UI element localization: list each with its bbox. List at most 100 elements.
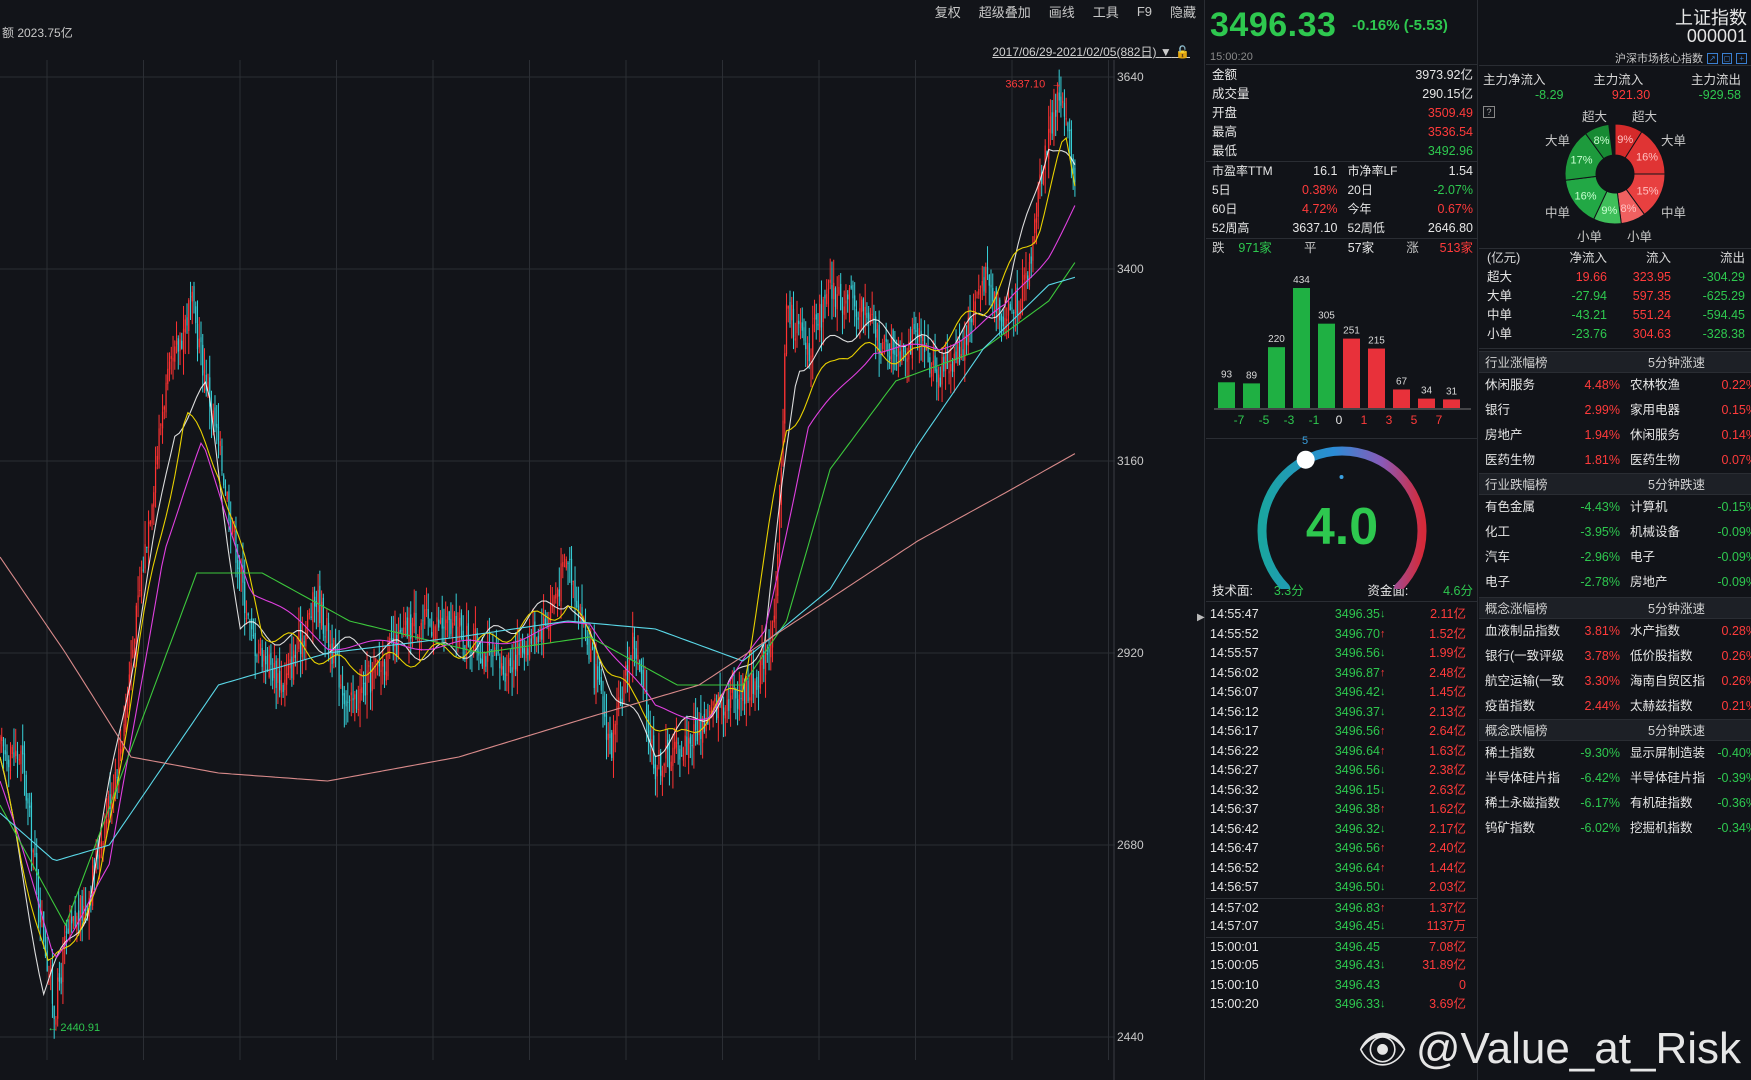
ranking-speed-title: 5分钟跌速 [1648,478,1705,492]
candle-body [200,337,202,343]
tick-row: 15:00:01 3496.45 7.08亿 [1206,936,1477,958]
candle-body [272,669,274,681]
moving-average-line [0,262,1076,927]
ranking-row[interactable]: 血液制品指数 3.81% 水产指数 0.28% [1479,619,1751,644]
price-change: -0.16% (-5.53) [1352,17,1448,34]
candle-body [413,612,415,627]
add-watchlist-icon[interactable]: + [1736,52,1747,64]
candle-body [537,636,539,643]
candle-body [16,751,19,759]
candle-body [263,654,265,662]
lock-icon[interactable]: 🔓 [1175,45,1190,59]
candle-body [633,636,636,649]
tick-time: 14:55:47 [1210,607,1259,621]
dropdown-triangle-icon[interactable]: ▼ [1160,45,1172,59]
toolbar-hide-button[interactable]: 隐藏 [1170,2,1196,21]
ranking-row[interactable]: 稀土永磁指数 -6.17% 有机硅指数 -0.36% [1479,791,1751,816]
candle-body [992,287,994,301]
share-icon[interactable]: ↗ [1706,52,1718,64]
candle-body [1000,316,1003,322]
ranking-row[interactable]: 钨矿指数 -6.02% 挖掘机指数 -0.34% [1479,816,1751,841]
candle-body [305,626,307,647]
candle-body [165,382,167,413]
ranking-speed-title: 5分钟涨速 [1648,602,1705,616]
candle-body [494,647,496,654]
ranking-row[interactable]: 稀土指数 -9.30% 显示屏制造装 -0.40% [1479,741,1751,766]
distribution-bar-label: 31 [1446,386,1458,397]
tick-list[interactable]: 14:55:47 3496.35 ↓ 2.11亿 14:55:52 3496.70 ↑ 1.5… [1206,602,1477,1015]
valuation-value: 2646.80 [1427,221,1473,235]
candle-body [635,648,637,659]
candle-body [359,688,361,704]
candle-body [256,655,258,657]
candle-body [251,618,253,630]
distribution-axis-label: -7 [1234,413,1245,427]
flow-table-body: 超大 19.66 323.95 -304.29 大单 -27.94 597.35 -625.2… [1479,268,1751,349]
sector-change: -2.78% [1580,575,1620,589]
candle-body [247,613,249,616]
toolbar-fuquan-button[interactable]: 复权 [935,2,961,21]
candle-body [1065,118,1067,120]
ranking-header[interactable]: 行业跌幅榜 5分钟跌速 [1479,473,1751,495]
ranking-row[interactable]: 有色金属 -4.43% 计算机 -0.15% [1479,495,1751,520]
candle-body [495,653,497,657]
candle-body [147,521,150,549]
tick-row: 14:56:47 3496.56 ↑ 2.40亿 [1206,839,1477,859]
candle-body [123,723,125,736]
y-axis-tick-label: 3160 [1117,454,1144,468]
kline-chart[interactable]: 3640 3400 3160 2920 2680 2440 3637.10 → ← 2440.91 [0,0,1205,1080]
toolbar-overlay-button[interactable]: 超级叠加 [979,2,1031,21]
ranking-row[interactable]: 汽车 -2.96% 电子 -0.09% [1479,545,1751,570]
candle-body [368,665,370,667]
sector-speed-value: -0.09% [1717,575,1751,589]
ranking-header[interactable]: 概念跌幅榜 5分钟跌速 [1479,719,1751,741]
no-arrow [1380,976,1394,996]
gauge-value: 4.0 [1305,498,1379,556]
sector-speed-value: 0.26% [1721,649,1751,663]
ranking-row[interactable]: 半导体硅片指 -6.42% 半导体硅片指 -0.39% [1479,766,1751,791]
candle-body [378,662,380,667]
main-out-value: -929.58 [1698,88,1741,102]
tick-time: 14:56:07 [1210,685,1259,699]
ranking-row[interactable]: 电子 -2.78% 房地产 -0.09% [1479,570,1751,595]
distribution-axis-label: 1 [1361,413,1368,427]
toolbar-draw-button[interactable]: 画线 [1049,2,1075,21]
candle-body [1016,287,1018,315]
date-range-selector[interactable]: 2017/06/29-2021/02/05(882日) ▼ 🔓 [992,43,1190,60]
candle-body [406,617,408,637]
candle-body [0,736,1,744]
ranking-header[interactable]: 概念涨幅榜 5分钟涨速 [1479,597,1751,619]
candle-body [654,764,657,780]
ranking-row[interactable]: 休闲服务 4.48% 农林牧渔 0.22% [1479,373,1751,398]
candle-body [333,639,335,664]
toolbar-f9-button[interactable]: F9 [1137,4,1152,19]
candle-body [188,300,190,331]
toolbar-tools-button[interactable]: 工具 [1093,2,1119,21]
tick-time: 14:57:07 [1210,919,1259,933]
candle-body [439,620,442,624]
distribution-bar [1218,382,1235,408]
candle-body [1060,96,1062,106]
ranking-row[interactable]: 银行 2.99% 家用电器 0.15% [1479,398,1751,423]
ranking-header[interactable]: 行业涨幅榜 5分钟涨速 [1479,351,1751,373]
candle-body [508,659,510,672]
ranking-row[interactable]: 化工 -3.95% 机械设备 -0.09% [1479,520,1751,545]
candle-body [438,619,440,628]
ranking-row[interactable]: 航空运输(一致 3.30% 海南自贸区指 0.26% [1479,669,1751,694]
kline-chart-panel[interactable]: 3640 3400 3160 2920 2680 2440 3637.10 → ← 2440.91… [0,0,1205,1080]
ranking-row[interactable]: 疫苗指数 2.44% 太赫兹指数 0.21% [1479,694,1751,719]
candle-body [212,410,214,420]
ranking-row[interactable]: 房地产 1.94% 休闲服务 0.14% [1479,423,1751,448]
no-arrow [1380,938,1394,958]
ranking-row[interactable]: 银行(一致评级 3.78% 低价股指数 0.26% [1479,644,1751,669]
candle-body [133,647,136,653]
ranking-row[interactable]: 医药生物 1.81% 医药生物 0.07% [1479,448,1751,473]
candle-body [1069,129,1071,131]
expand-arrow-icon[interactable]: ▶ [1197,612,1205,623]
candle-body [1037,185,1039,217]
candle-body [541,629,543,640]
alert-icon[interactable]: ◻ [1721,52,1733,64]
candle-body [1034,219,1036,234]
candle-body [149,520,151,525]
candle-body [896,354,898,357]
